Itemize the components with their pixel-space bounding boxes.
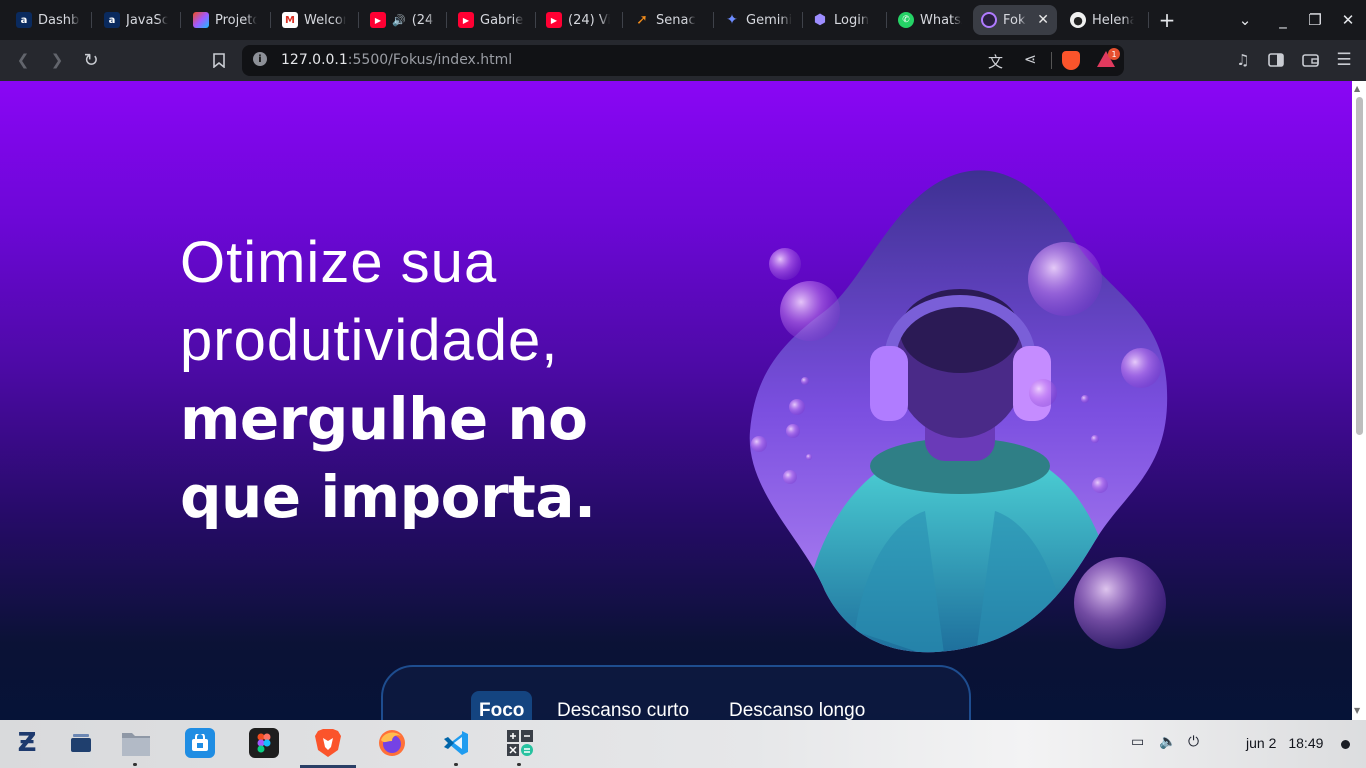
software-store-icon[interactable]: [185, 728, 215, 758]
tab-label: WhatsApp: [920, 12, 962, 28]
short-break-button[interactable]: Descanso curto: [549, 691, 697, 720]
gemini-icon: ✦: [726, 12, 738, 28]
scroll-thumb[interactable]: [1356, 97, 1363, 435]
whatsapp-icon: ✆: [898, 12, 914, 28]
menu-hamburger-icon[interactable]: ☰: [1332, 49, 1356, 71]
fokus-icon: [981, 12, 997, 28]
hero-title: Otimize sua produtividade, mergulhe no q…: [180, 224, 596, 536]
focus-button[interactable]: Foco: [471, 691, 533, 720]
tab-label: Login: [834, 12, 870, 28]
tab-gabriel[interactable]: ▶ Gabriel: [450, 5, 532, 35]
tab-whatsapp[interactable]: ✆ WhatsApp: [890, 5, 970, 35]
gmail-icon: M: [282, 12, 298, 28]
tab-label: Dashboard: [38, 12, 80, 28]
site-info-icon[interactable]: i: [253, 52, 267, 66]
hero-title-line-4: que importa.: [180, 463, 596, 531]
translate-icon[interactable]: 文: [988, 51, 1003, 72]
browser-toolbar: ❮ ❯ ↻ i 127.0.0.1:5500/Fokus/index.html …: [0, 40, 1366, 81]
tab-label: Welcome: [304, 12, 346, 28]
date-label: jun 2: [1246, 735, 1277, 751]
alura-icon: a: [16, 12, 32, 28]
tab-label: (24): [411, 12, 434, 28]
hero-title-line-1: Otimize sua: [180, 230, 498, 295]
cube-icon: ⬢: [813, 12, 827, 28]
wallet-icon[interactable]: [1298, 49, 1322, 71]
alura-icon: a: [104, 12, 120, 28]
youtube-icon: ▶: [458, 12, 474, 28]
tab-senac[interactable]: ➚ Senac: [626, 5, 710, 35]
tab-github-helena[interactable]: ● Helena: [1062, 5, 1142, 35]
url-text[interactable]: 127.0.0.1:5500/Fokus/index.html: [281, 52, 512, 68]
senac-icon: ➚: [636, 12, 648, 28]
tab-youtube-vi[interactable]: ▶ (24) Vi: [538, 5, 618, 35]
maximize-icon[interactable]: ❐: [1303, 8, 1327, 32]
github-icon: ●: [1070, 12, 1086, 28]
firefox-icon[interactable]: [377, 728, 407, 758]
tab-label: JavaScript: [126, 12, 168, 28]
page-scrollbar[interactable]: ▲ ▼: [1352, 81, 1366, 720]
scroll-down-icon[interactable]: ▼: [1354, 706, 1360, 715]
media-music-icon[interactable]: ♫: [1231, 49, 1255, 71]
figma-icon: [193, 12, 209, 28]
share-icon[interactable]: ⋖: [1024, 50, 1037, 68]
tab-javascript[interactable]: a JavaScript: [96, 5, 176, 35]
time-label: 18:49: [1288, 735, 1324, 751]
tab-welcome[interactable]: M Welcome: [274, 5, 354, 35]
volume-icon[interactable]: 🔈: [1159, 734, 1176, 750]
tab-fokus-active[interactable]: Fok ✕: [973, 5, 1057, 35]
sidebar-toggle-icon[interactable]: [1264, 49, 1288, 71]
audio-playing-icon[interactable]: 🔊: [392, 14, 406, 27]
tab-projeto[interactable]: Projeto: [185, 5, 265, 35]
files-icon[interactable]: [121, 728, 151, 758]
date-time[interactable]: jun 2 18:49: [1246, 735, 1323, 751]
figma-icon[interactable]: [249, 728, 279, 758]
close-window-icon[interactable]: ✕: [1336, 8, 1360, 32]
bookmark-icon[interactable]: [207, 49, 231, 71]
browser-tab-strip: a Dashboard a JavaScript Projeto M Welco…: [0, 0, 1366, 40]
scroll-up-icon[interactable]: ▲: [1354, 84, 1360, 93]
tab-label: Helena: [1092, 12, 1134, 28]
tab-label: Projeto: [215, 12, 257, 28]
screen-icon[interactable]: ▭: [1131, 734, 1144, 750]
tab-label: Gemini: [746, 12, 792, 28]
hero-image: [749, 170, 1168, 653]
reload-icon[interactable]: ↻: [79, 49, 103, 71]
minimize-icon[interactable]: _: [1271, 8, 1295, 32]
tab-dashboard[interactable]: a Dashboard: [8, 5, 88, 35]
taskbar: Ƶ ▭ 🔈 ⏻ jun 2 18:49: [0, 720, 1366, 768]
tab-youtube-audio[interactable]: ▶ 🔊 (24): [362, 5, 442, 35]
tab-label: Gabriel: [480, 12, 524, 28]
url-path: :5500/Fokus/index.html: [347, 52, 513, 68]
tab-label: (24) Vi: [568, 12, 610, 28]
brave-shields-icon[interactable]: [1062, 51, 1080, 70]
timer-card: Foco Descanso curto Descanso longo: [381, 665, 971, 720]
hero-title-line-2: produtividade,: [180, 308, 559, 373]
vscode-icon[interactable]: [441, 728, 471, 758]
tab-label: Senac: [656, 12, 696, 28]
tab-gemini[interactable]: ✦ Gemini: [716, 5, 800, 35]
tab-login[interactable]: ⬢ Login: [804, 5, 884, 35]
workspaces-icon[interactable]: [66, 728, 96, 758]
rewards-badge: 1: [1108, 48, 1120, 60]
brave-icon[interactable]: [313, 728, 343, 758]
tab-label: Fok: [1003, 12, 1026, 28]
youtube-icon: ▶: [370, 12, 386, 28]
fokus-page: Otimize sua produtividade, mergulhe no q…: [0, 81, 1352, 720]
tab-search-chevron-icon[interactable]: ⌄: [1233, 8, 1257, 32]
forward-icon[interactable]: ❯: [45, 49, 69, 71]
close-tab-icon[interactable]: ✕: [1037, 12, 1049, 28]
new-tab-button[interactable]: +: [1155, 8, 1179, 32]
notification-dot[interactable]: [1341, 740, 1350, 749]
long-break-button[interactable]: Descanso longo: [721, 691, 873, 720]
hero-title-line-3: mergulhe no: [180, 385, 588, 453]
youtube-icon: ▶: [546, 12, 562, 28]
power-icon[interactable]: ⏻: [1188, 734, 1199, 750]
zorin-menu-icon[interactable]: Ƶ: [12, 728, 42, 758]
url-host: 127.0.0.1: [281, 52, 348, 68]
back-icon[interactable]: ❮: [11, 49, 35, 71]
calculator-icon[interactable]: [505, 728, 535, 758]
address-bar[interactable]: i 127.0.0.1:5500/Fokus/index.html 文 ⋖ 1: [242, 45, 1124, 76]
